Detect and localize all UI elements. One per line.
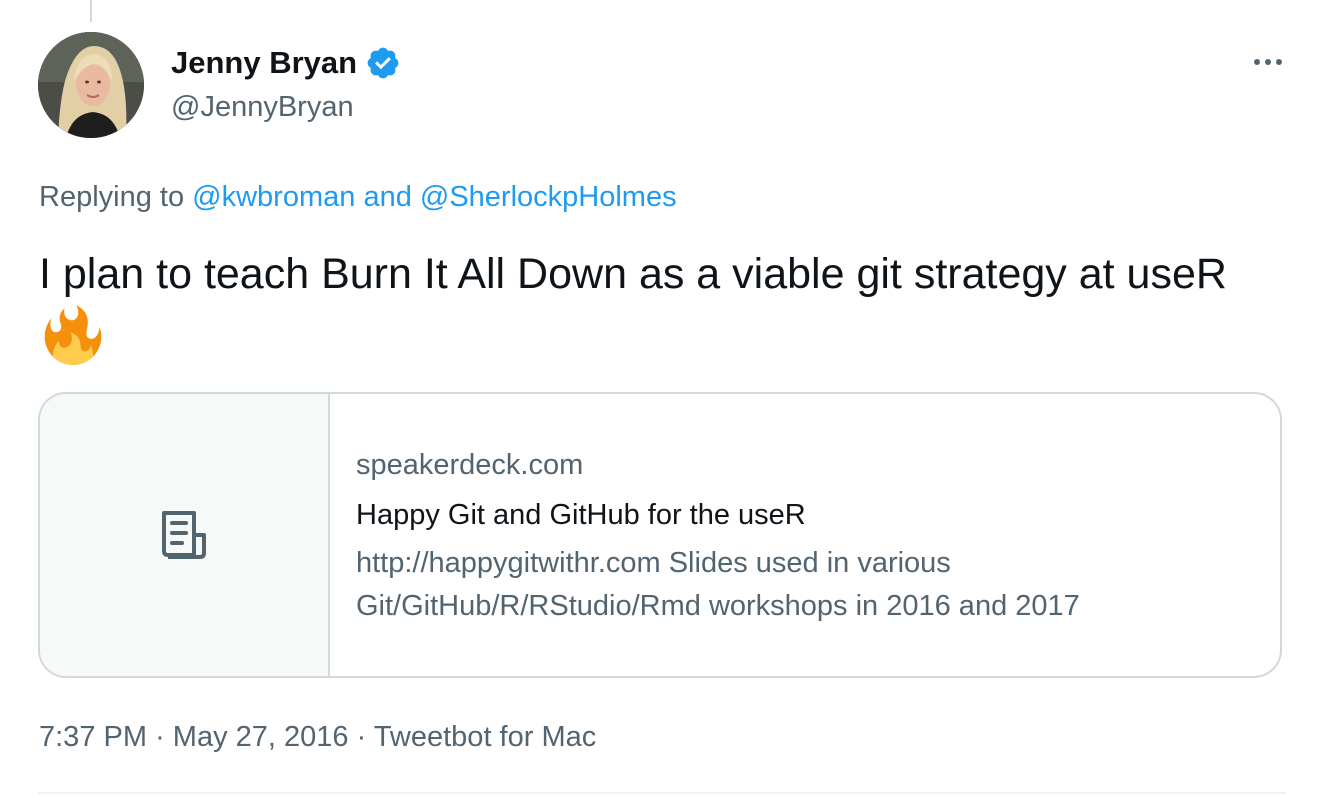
avatar[interactable] [38, 32, 144, 138]
link-card-description: http://happygitwithr.com Slides used in … [356, 547, 1080, 622]
tweet: Jenny Bryan @JennyBryan Replying to @kwb… [0, 0, 1324, 796]
mention-link-sherlockpholmes[interactable]: @SherlockpHolmes [420, 181, 677, 213]
reply-connector[interactable]: and [363, 181, 411, 213]
more-horizontal-icon-dot [1276, 59, 1282, 65]
reply-context: Replying to @kwbroman and @SherlockpHolm… [39, 178, 677, 216]
document-icon [162, 511, 206, 559]
link-card-body: speakerdeck.com Happy Git and GitHub for… [330, 394, 1236, 676]
tweet-meta: 7:37 PM · May 27, 2016 · Tweetbot for Ma… [39, 718, 596, 756]
thread-line [90, 0, 92, 22]
more-button[interactable] [1248, 44, 1288, 80]
more-horizontal-icon [1254, 59, 1260, 65]
meta-separator: · [155, 721, 165, 753]
divider [38, 792, 1286, 794]
link-preview-card[interactable]: speakerdeck.com Happy Git and GitHub for… [38, 392, 1282, 678]
author-name[interactable]: Jenny Bryan [171, 44, 401, 82]
author-handle[interactable]: @JennyBryan [171, 88, 354, 126]
author-name-text: Jenny Bryan [171, 45, 358, 80]
tweet-date[interactable]: May 27, 2016 [173, 721, 349, 753]
link-card-title: Happy Git and GitHub for the useR [356, 499, 806, 531]
avatar-image [38, 32, 144, 138]
verified-badge-icon [367, 47, 399, 79]
reply-prefix: Replying to [39, 181, 185, 213]
more-horizontal-icon-dot [1265, 59, 1271, 65]
tweet-time[interactable]: 7:37 PM [39, 721, 147, 753]
mention-link-kwbroman[interactable]: @kwbroman [192, 181, 355, 213]
meta-separator: · [356, 721, 367, 753]
link-card-thumbnail [40, 394, 330, 676]
tweet-text: I plan to teach Burn It All Down as a vi… [39, 244, 1289, 368]
tweet-source[interactable]: Tweetbot for Mac [374, 721, 596, 753]
fire-emoji-icon [44, 305, 102, 365]
tweet-text-content: I plan to teach Burn It All Down as a vi… [39, 250, 1227, 298]
link-card-domain: speakerdeck.com [356, 449, 584, 481]
